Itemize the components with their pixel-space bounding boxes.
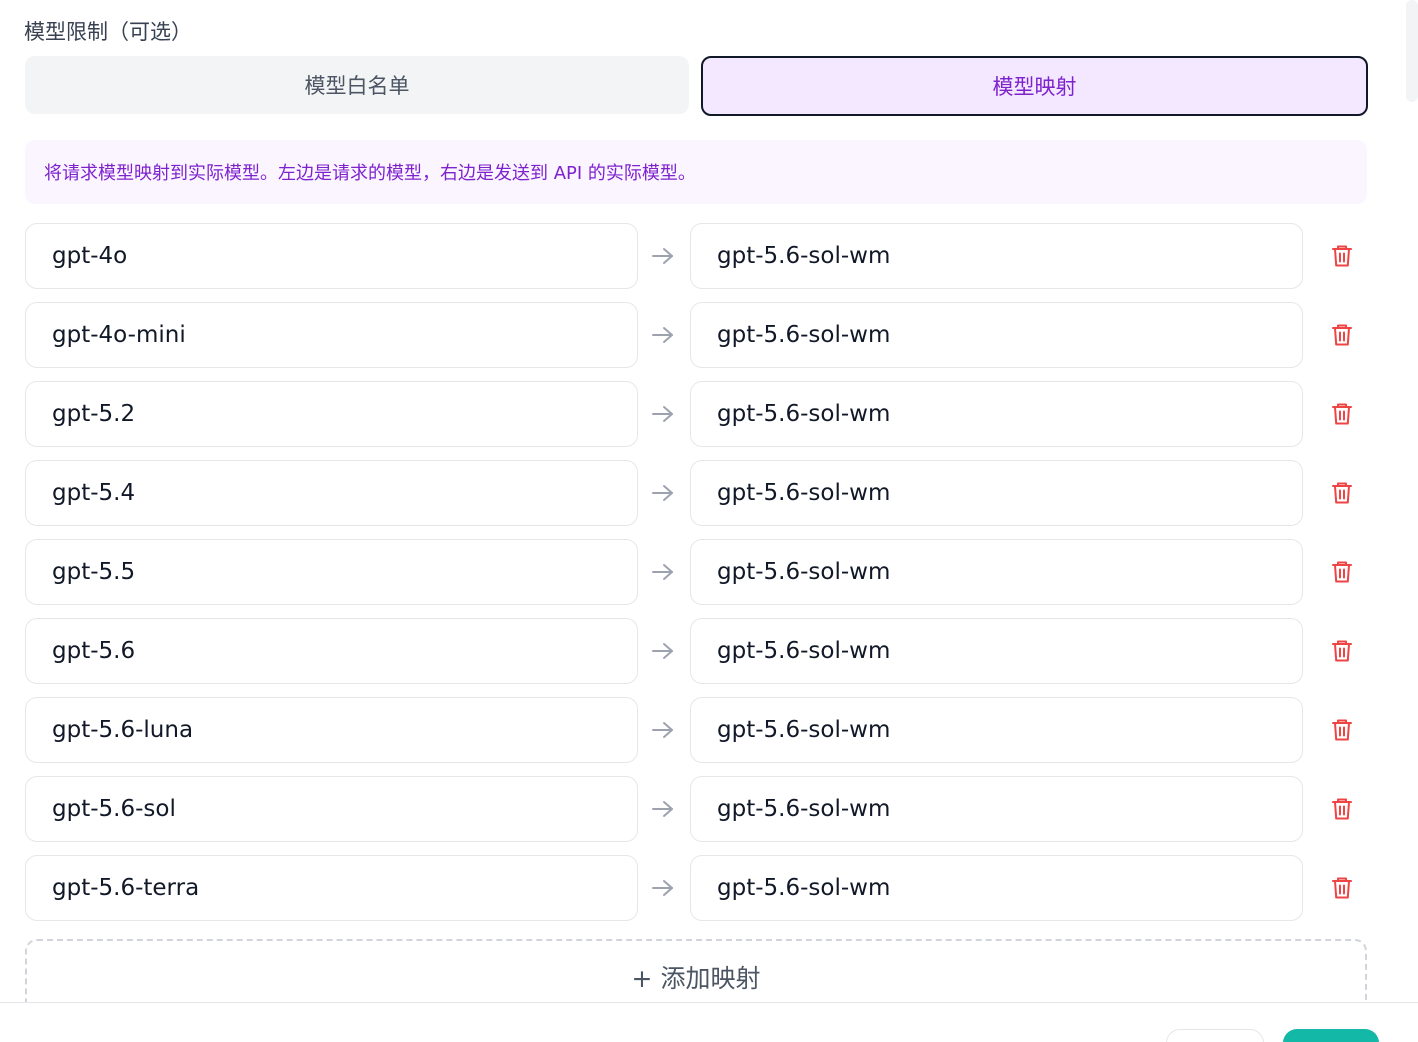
delete-mapping-button[interactable] <box>1325 872 1359 904</box>
mapping-row <box>25 539 1370 605</box>
trash-icon <box>1331 402 1353 426</box>
arrow-right-icon <box>649 560 677 584</box>
mapping-row <box>25 223 1370 289</box>
source-model-input[interactable] <box>25 302 638 368</box>
delete-mapping-button[interactable] <box>1325 556 1359 588</box>
delete-mapping-button[interactable] <box>1325 477 1359 509</box>
mapping-row <box>25 697 1370 763</box>
cancel-button[interactable] <box>1166 1029 1264 1042</box>
target-model-input[interactable] <box>690 618 1303 684</box>
arrow-right-icon <box>649 876 677 900</box>
delete-mapping-button[interactable] <box>1325 319 1359 351</box>
arrow-right-icon <box>649 244 677 268</box>
arrow-right-icon <box>649 481 677 505</box>
source-model-input[interactable] <box>25 539 638 605</box>
info-banner: 将请求模型映射到实际模型。左边是请求的模型，右边是发送到 API 的实际模型。 <box>25 140 1367 204</box>
source-model-input[interactable] <box>25 697 638 763</box>
target-model-input[interactable] <box>690 381 1303 447</box>
mapping-row <box>25 855 1370 921</box>
target-model-input[interactable] <box>690 697 1303 763</box>
trash-icon <box>1331 323 1353 347</box>
trash-icon <box>1331 244 1353 268</box>
trash-icon <box>1331 797 1353 821</box>
mapping-list <box>25 223 1370 934</box>
delete-mapping-button[interactable] <box>1325 635 1359 667</box>
source-model-input[interactable] <box>25 855 638 921</box>
source-model-input[interactable] <box>25 618 638 684</box>
trash-icon <box>1331 481 1353 505</box>
arrow-right-icon <box>649 718 677 742</box>
source-model-input[interactable] <box>25 381 638 447</box>
page: 模型限制（可选） 模型白名单 模型映射 将请求模型映射到实际模型。左边是请求的模… <box>0 0 1418 1042</box>
trash-icon <box>1331 639 1353 663</box>
trash-icon <box>1331 718 1353 742</box>
delete-mapping-button[interactable] <box>1325 714 1359 746</box>
mapping-row <box>25 460 1370 526</box>
target-model-input[interactable] <box>690 776 1303 842</box>
tab-model-whitelist[interactable]: 模型白名单 <box>25 56 689 114</box>
target-model-input[interactable] <box>690 302 1303 368</box>
section-label: 模型限制（可选） <box>24 20 192 44</box>
mapping-row <box>25 381 1370 447</box>
target-model-input[interactable] <box>690 223 1303 289</box>
target-model-input[interactable] <box>690 855 1303 921</box>
scrollbar[interactable] <box>1406 0 1418 102</box>
target-model-input[interactable] <box>690 539 1303 605</box>
footer-bar <box>0 1002 1418 1042</box>
tab-model-mapping[interactable]: 模型映射 <box>701 56 1368 116</box>
arrow-right-icon <box>649 797 677 821</box>
target-model-input[interactable] <box>690 460 1303 526</box>
delete-mapping-button[interactable] <box>1325 793 1359 825</box>
delete-mapping-button[interactable] <box>1325 398 1359 430</box>
arrow-right-icon <box>649 639 677 663</box>
arrow-right-icon <box>649 323 677 347</box>
mapping-row <box>25 618 1370 684</box>
trash-icon <box>1331 560 1353 584</box>
trash-icon <box>1331 876 1353 900</box>
delete-mapping-button[interactable] <box>1325 240 1359 272</box>
source-model-input[interactable] <box>25 776 638 842</box>
mapping-row <box>25 302 1370 368</box>
info-text: 将请求模型映射到实际模型。左边是请求的模型，右边是发送到 API 的实际模型。 <box>44 163 696 184</box>
save-button[interactable] <box>1283 1029 1379 1042</box>
arrow-right-icon <box>649 402 677 426</box>
source-model-input[interactable] <box>25 460 638 526</box>
source-model-input[interactable] <box>25 223 638 289</box>
mapping-row <box>25 776 1370 842</box>
mode-tabs: 模型白名单 模型映射 <box>25 56 1368 116</box>
